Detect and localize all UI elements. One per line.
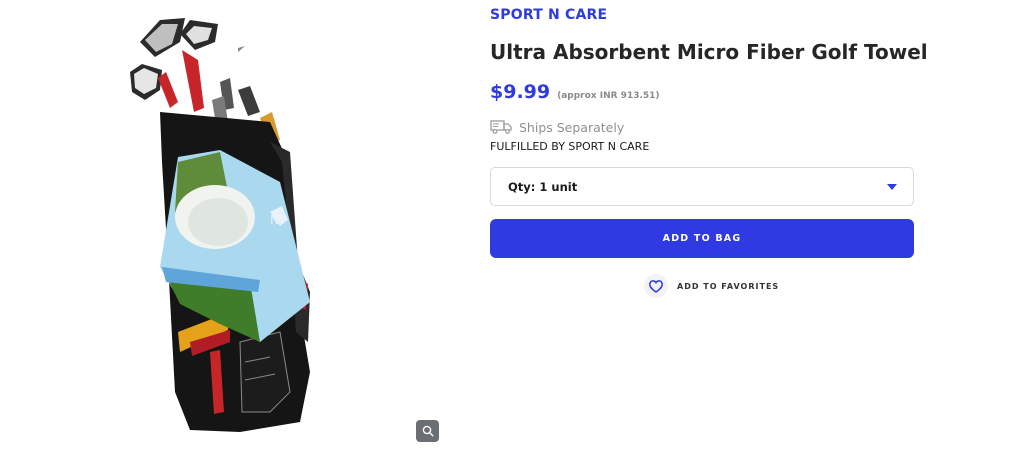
add-to-bag-button[interactable]: ADD TO BAG xyxy=(490,219,914,258)
heart-icon-wrap xyxy=(644,274,668,298)
magnifier-icon xyxy=(422,425,434,437)
price-approx: (approx INR 913.51) xyxy=(557,91,660,101)
ships-separately-text: Ships Separately xyxy=(519,119,625,135)
product-price: $9.99 xyxy=(490,81,551,103)
heart-icon xyxy=(649,279,663,293)
price-row: $9.99 (approx INR 913.51) xyxy=(490,81,660,103)
add-to-favorites-button[interactable]: ADD TO FAVORITES xyxy=(644,274,779,298)
fulfilled-by-text: FULFILLED BY SPORT N CARE xyxy=(490,140,650,153)
quantity-selected-value: Qty: 1 unit xyxy=(508,180,578,194)
shipping-row: Ships Separately xyxy=(490,119,624,135)
add-to-favorites-label: ADD TO FAVORITES xyxy=(677,281,780,291)
brand-link[interactable]: SPORT N CARE xyxy=(490,7,607,23)
product-image-area: N xyxy=(0,0,470,455)
zoom-button[interactable] xyxy=(416,420,439,442)
svg-text:N: N xyxy=(270,213,279,227)
chevron-down-icon xyxy=(887,184,897,190)
quantity-select[interactable]: Qty: 1 unit xyxy=(490,167,914,206)
product-title: Ultra Absorbent Micro Fiber Golf Towel xyxy=(490,40,928,64)
truck-icon xyxy=(490,120,512,134)
product-image[interactable]: N xyxy=(120,12,340,442)
